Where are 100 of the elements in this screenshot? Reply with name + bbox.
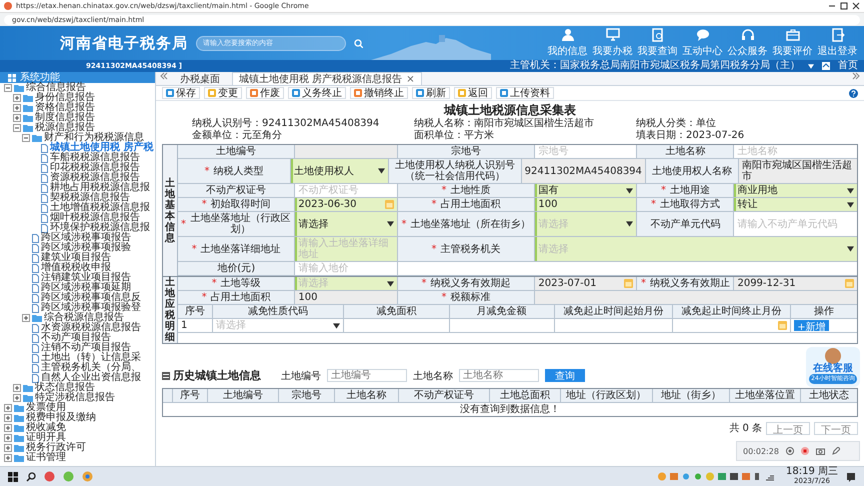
input-field[interactable]: 土地名称 <box>459 369 539 382</box>
toolbar-button[interactable]: 返回 <box>454 87 492 99</box>
tree-item[interactable]: 证明开具 <box>26 433 66 443</box>
collapse-icon[interactable] <box>4 84 12 92</box>
tree-item[interactable]: 建筑业项目报告 <box>41 253 111 263</box>
expand-icon[interactable] <box>13 94 21 102</box>
tree-item[interactable]: 跨区域涉税事项报告 <box>41 233 131 243</box>
toolbar-button[interactable]: 保存 <box>162 87 200 99</box>
dropdown-field[interactable]: 商业用地 <box>734 184 857 198</box>
tree-item[interactable]: 注销不动产项目报告 <box>41 343 131 353</box>
tab[interactable]: 办税桌面 <box>174 72 226 85</box>
tree-item[interactable]: 税收减免 <box>26 423 66 433</box>
expand-icon[interactable] <box>4 414 12 422</box>
expand-icon[interactable] <box>4 434 12 442</box>
next-page-button[interactable]: 下一页 <box>814 422 858 434</box>
tree-item[interactable]: 跨区域涉税事项报验登 <box>41 303 141 313</box>
expand-icon[interactable] <box>13 104 21 112</box>
windows-icon[interactable] <box>8 472 18 482</box>
close-tab-icon[interactable]: × <box>406 74 415 84</box>
tree-item[interactable]: 状态信息报告 <box>35 383 95 393</box>
tree-item[interactable]: 身份信息报告 <box>35 93 95 103</box>
help-icon[interactable] <box>849 88 858 98</box>
tree-item[interactable]: 增值税税收申报 <box>41 263 111 273</box>
pen-icon[interactable] <box>832 447 840 455</box>
nav-item[interactable]: 我要查询 <box>635 26 680 60</box>
maximize-icon[interactable] <box>840 2 848 10</box>
dropdown-field[interactable]: 转让 <box>734 198 857 212</box>
toolbar-button[interactable]: 撤销终止 <box>350 87 408 99</box>
collapse-icon[interactable] <box>22 134 30 142</box>
toolbar-button[interactable]: 义务终止 <box>288 87 346 99</box>
tree-item[interactable]: 注销建筑业项目报告 <box>41 273 131 283</box>
home-link[interactable]: 首页 <box>838 60 858 72</box>
date-field[interactable] <box>673 319 792 333</box>
tree-item[interactable]: 综合税源信息报告 <box>44 313 124 323</box>
tree-item[interactable]: 不动产项目报告 <box>41 333 111 343</box>
input-field[interactable]: 土地编号 <box>327 369 407 382</box>
tree-item[interactable]: 资源税税源信息报告 <box>50 173 140 183</box>
tree-item[interactable]: 证书管理 <box>26 453 66 463</box>
tree-item[interactable]: 水资源税税源信息报告 <box>41 323 141 333</box>
search-button[interactable]: 查询 <box>545 369 585 382</box>
tree-item[interactable]: 耕地占用税税源信息报 <box>50 183 150 193</box>
tree-item[interactable]: 跨区域涉税事项报验 <box>41 243 131 253</box>
tree-item[interactable]: 综合信息报告 <box>26 83 86 93</box>
toolbar-button[interactable]: 刷新 <box>412 87 450 99</box>
expand-icon[interactable] <box>13 394 21 402</box>
scroll-left-icon[interactable] <box>160 72 168 80</box>
nav-item[interactable]: 公众服务 <box>725 26 770 60</box>
nav-item[interactable]: 退出登录 <box>815 26 860 60</box>
tree-item[interactable]: 土地增值税税源信息报 <box>50 203 150 213</box>
expand-icon[interactable] <box>4 454 12 462</box>
tree-item[interactable]: 资格信息报告 <box>35 103 95 113</box>
tree-item[interactable]: 主管税务机关（分局、 <box>41 363 141 373</box>
dropdown-icon[interactable] <box>808 64 814 68</box>
input-field[interactable] <box>450 319 555 333</box>
tree-item[interactable]: 自然人企业出资信息报 <box>41 373 141 383</box>
tree-item[interactable]: 契税税源信息报告 <box>50 193 130 203</box>
tree-item[interactable]: 烟叶税税源信息报告 <box>50 213 140 223</box>
tree-item[interactable]: 财产和行为税税源信息 <box>44 133 144 143</box>
tree-item[interactable]: 车船税税源信息报告 <box>50 153 140 163</box>
expand-icon[interactable] <box>13 114 21 122</box>
expand-icon[interactable] <box>4 444 12 452</box>
tree-item[interactable]: 发票使用 <box>26 403 66 413</box>
close-icon[interactable] <box>852 2 860 10</box>
tree-item[interactable]: 税务行政许可 <box>26 443 86 453</box>
camera-icon[interactable] <box>816 447 825 455</box>
date-field[interactable]: 2023-06-30 <box>295 198 398 212</box>
add-button[interactable]: +新增 <box>794 320 829 331</box>
tree-item[interactable]: 城镇土地使用税 房产税 <box>50 143 154 153</box>
scroll-right-icon[interactable] <box>852 72 860 80</box>
tree-item[interactable]: 环境保护税税源信息报 <box>50 223 150 233</box>
nav-item[interactable]: 我要评价 <box>770 26 815 60</box>
collapse-icon[interactable] <box>13 124 21 132</box>
tree-item[interactable]: 土地出（转）让信息采 <box>41 353 141 363</box>
toolbar-button[interactable]: 变更 <box>204 87 242 99</box>
tree-item[interactable]: 跨区域涉税事项信息反 <box>41 293 141 303</box>
expand-icon[interactable] <box>4 424 12 432</box>
tree-item[interactable]: 制度信息报告 <box>35 113 95 123</box>
expand-icon[interactable] <box>13 384 21 392</box>
tree-item[interactable]: 特定涉税信息报告 <box>35 393 115 403</box>
tree-item[interactable]: 税费申报及缴纳 <box>26 413 96 423</box>
notification-icon[interactable] <box>846 472 856 482</box>
tab[interactable]: 城镇土地使用税 房产税税源信息报告 × <box>232 72 422 85</box>
input-field[interactable] <box>554 319 673 333</box>
tree-item[interactable]: 税源信息报告 <box>35 123 95 133</box>
dropdown-field[interactable]: 请选择 <box>295 212 398 237</box>
toolbar-button[interactable]: 上传资料 <box>496 87 554 99</box>
app-icon[interactable] <box>44 471 55 482</box>
dropdown-field[interactable]: 土地使用权人 <box>290 159 390 184</box>
stop-icon[interactable] <box>800 447 809 455</box>
expand-icon[interactable] <box>22 314 30 322</box>
nav-item[interactable]: 互动中心 <box>680 26 725 60</box>
expand-icon[interactable] <box>4 404 12 412</box>
input-field[interactable] <box>344 319 450 333</box>
tree-item[interactable]: 跨区域涉税事项延期 <box>41 283 131 293</box>
browser-icon[interactable] <box>82 471 93 482</box>
toolbar-button[interactable]: 作废 <box>246 87 284 99</box>
tree-item[interactable]: 印花税税源信息报告 <box>50 163 140 173</box>
search-icon[interactable] <box>26 472 36 482</box>
dropdown-field[interactable]: 国有 <box>535 184 638 198</box>
prev-page-button[interactable]: 上一页 <box>766 422 810 434</box>
